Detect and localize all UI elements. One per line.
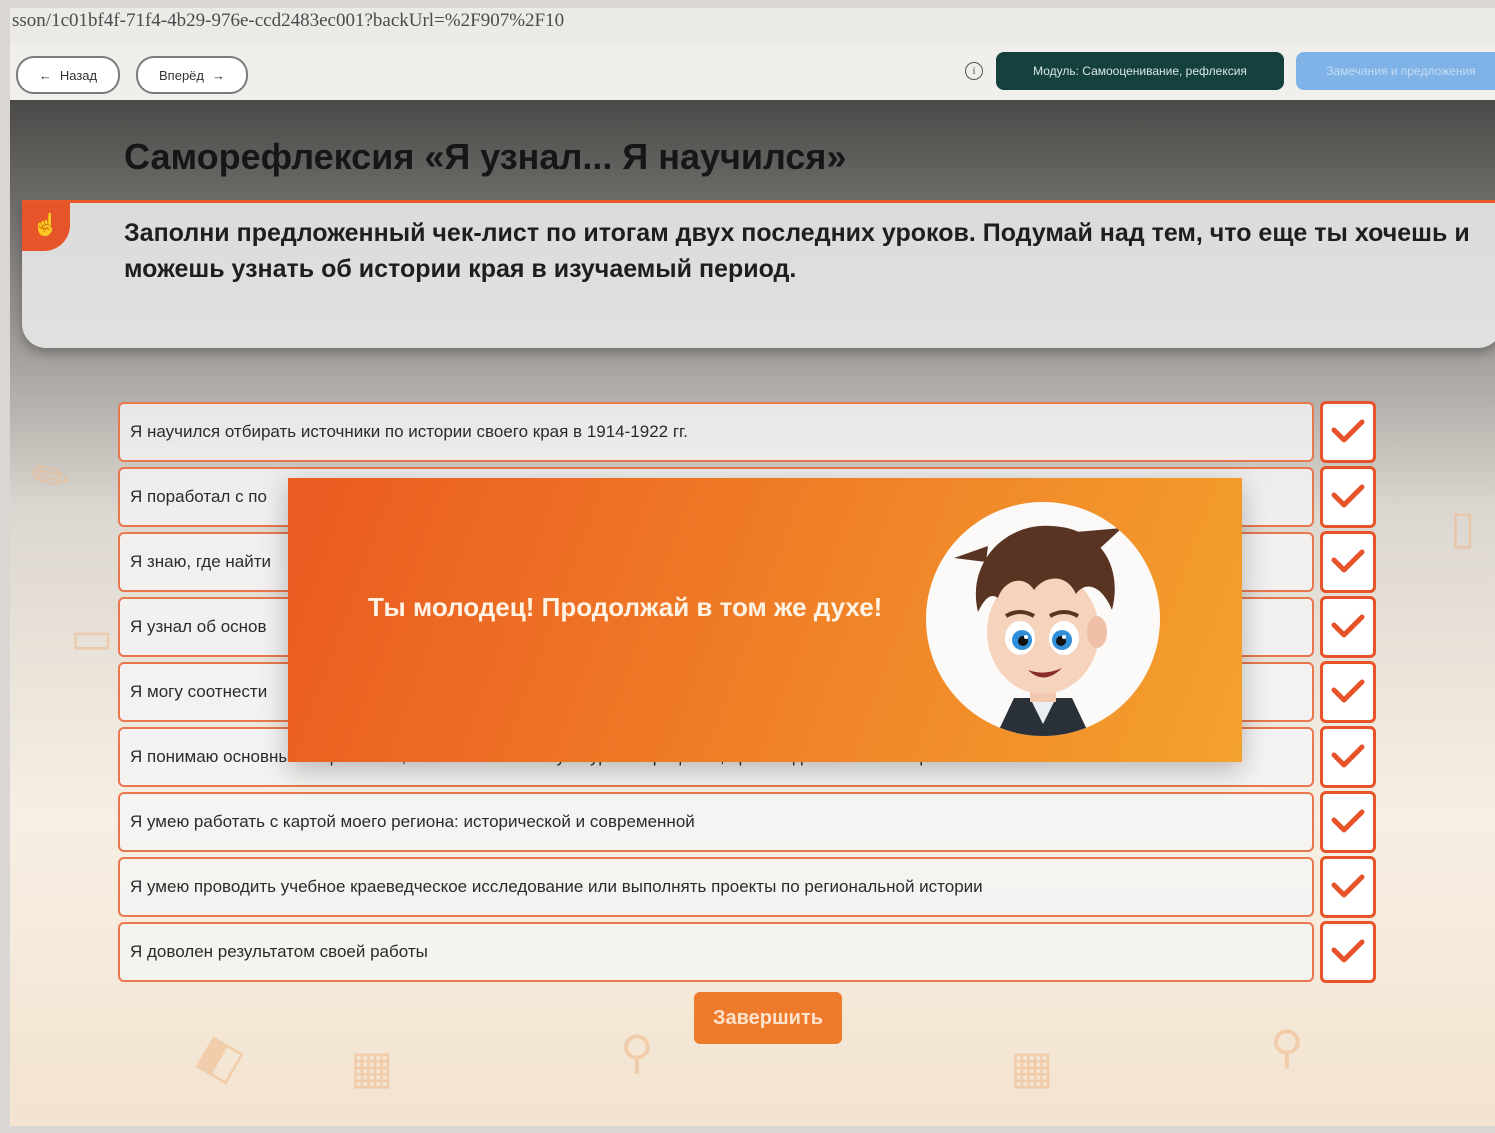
map-pin-icon: ⚲: [1270, 1021, 1304, 1073]
checkbox[interactable]: [1320, 661, 1376, 723]
notes-button-label: Замечания и предложения: [1326, 64, 1476, 78]
checklist-item-text: Я узнал об основ: [130, 617, 267, 636]
arrow-left-icon: ←: [38, 67, 52, 83]
checkmark-icon: [1331, 809, 1365, 833]
checkbox[interactable]: [1320, 921, 1376, 983]
top-toolbar: ← Назад Вперёд → i Модуль: Самооценивани…: [10, 44, 1495, 100]
arrow-right-icon: →: [212, 67, 225, 83]
checklist-item: Я научился отбирать источники по истории…: [118, 401, 1388, 463]
browser-screen: sson/1c01bf4f-71f4-4b29-976e-ccd2483ec00…: [10, 8, 1495, 1126]
checklist-item: Я умею проводить учебное краеведческое и…: [118, 856, 1388, 918]
checkbox[interactable]: [1320, 856, 1376, 918]
checkbox[interactable]: [1320, 401, 1376, 463]
checkbox[interactable]: [1320, 726, 1376, 788]
checkmark-icon: [1331, 419, 1365, 443]
checklist-item-text: Я могу соотнести: [130, 682, 268, 701]
book-icon: ◧: [189, 1023, 254, 1091]
finish-button[interactable]: Завершить: [694, 992, 842, 1044]
map-icon: ▦: [350, 1041, 394, 1093]
checklist-item-box: Я доволен результатом своей работы: [118, 922, 1314, 982]
map-pin-icon: ⚲: [620, 1026, 654, 1078]
back-button-label: Назад: [59, 67, 98, 83]
checkmark-icon: [1331, 939, 1365, 963]
checklist-item-text: Я знаю, где найти: [130, 552, 271, 571]
hand-pointer-icon: ☝: [22, 203, 70, 251]
book-icon: ▭: [70, 611, 114, 663]
checkmark-icon: [1331, 679, 1365, 703]
checklist-item-text: Я поработал с по: [130, 487, 267, 506]
checklist-item-box: Я умею проводить учебное краеведческое и…: [118, 857, 1314, 917]
module-button[interactable]: Модуль: Самооценивание, рефлексия: [996, 52, 1284, 90]
checklist-item: Я умею работать с картой моего региона: …: [118, 791, 1388, 853]
instruction-card: ☝ Заполни предложенный чек-лист по итога…: [22, 200, 1495, 348]
checkmark-icon: [1331, 484, 1365, 508]
page-title: Саморефлексия «Я узнал... Я научился»: [124, 136, 847, 177]
checkmark-icon: [1331, 614, 1365, 638]
checklist-item-box: Я умею работать с картой моего региона: …: [118, 792, 1314, 852]
pencil-icon: ✎: [21, 444, 81, 510]
checkmark-icon: [1331, 744, 1365, 768]
checklist-item-text: Я умею работать с картой моего региона: …: [130, 812, 695, 831]
checkbox[interactable]: [1320, 531, 1376, 593]
checkbox[interactable]: [1320, 791, 1376, 853]
address-bar[interactable]: sson/1c01bf4f-71f4-4b29-976e-ccd2483ec00…: [10, 8, 1495, 44]
success-message: Ты молодец! Продолжай в том же духе!: [368, 592, 883, 622]
checklist-item-text: Я умею проводить учебное краеведческое и…: [130, 877, 983, 896]
checklist-item-text: Я доволен результатом своей работы: [130, 942, 428, 961]
checklist-item-box: Я научился отбирать источники по истории…: [118, 402, 1314, 462]
checkbox[interactable]: [1320, 596, 1376, 658]
book-icon: ▯: [1450, 501, 1476, 553]
map-icon: ▦: [1010, 1041, 1054, 1093]
checkmark-icon: [1331, 549, 1365, 573]
info-icon[interactable]: i: [965, 62, 983, 80]
checkbox[interactable]: [1320, 466, 1376, 528]
boy-avatar-icon: [926, 502, 1160, 736]
checkmark-icon: [1331, 874, 1365, 898]
back-button[interactable]: ← Назад: [16, 56, 120, 94]
notes-button[interactable]: Замечания и предложения: [1296, 52, 1495, 90]
checklist-item: Я доволен результатом своей работы: [118, 921, 1388, 983]
instruction-text: Заполни предложенный чек-лист по итогам …: [124, 219, 1470, 283]
checklist-item-text: Я научился отбирать источники по истории…: [130, 422, 688, 441]
url-text: sson/1c01bf4f-71f4-4b29-976e-ccd2483ec00…: [12, 10, 565, 31]
forward-button-label: Вперёд: [159, 67, 204, 83]
success-popup[interactable]: Ты молодец! Продолжай в том же духе!: [288, 478, 1242, 762]
forward-button[interactable]: Вперёд →: [136, 56, 248, 94]
module-button-label: Модуль: Самооценивание, рефлексия: [1033, 64, 1247, 78]
